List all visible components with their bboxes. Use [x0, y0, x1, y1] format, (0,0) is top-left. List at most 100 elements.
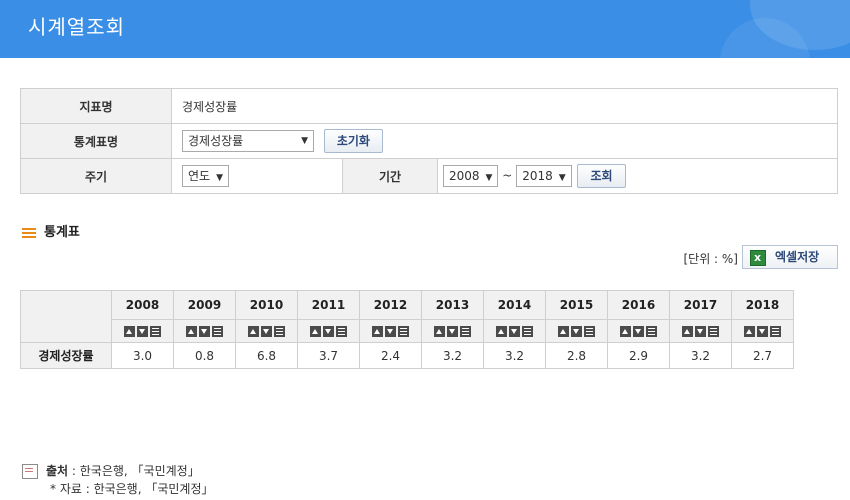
table-cell: 0.8	[173, 342, 236, 369]
sort-controls	[297, 319, 360, 343]
cycle-select-value: 연도	[188, 169, 211, 183]
sort-descending-icon[interactable]	[633, 326, 644, 337]
sort-ascending-icon[interactable]	[558, 326, 569, 337]
table-corner	[20, 290, 112, 343]
sort-controls	[359, 319, 422, 343]
sort-ascending-icon[interactable]	[248, 326, 259, 337]
year-header: 2013	[421, 290, 484, 320]
sort-ascending-icon[interactable]	[434, 326, 445, 337]
sort-descending-icon[interactable]	[757, 326, 768, 337]
list-icon[interactable]	[150, 326, 161, 337]
table-cell: 2.4	[359, 342, 422, 369]
table-cell: 3.2	[483, 342, 546, 369]
list-icon[interactable]	[398, 326, 409, 337]
source-sub-note: * 자료 : 한국은행, 「국민계정」	[50, 482, 214, 496]
stat-table-select[interactable]: 경제성장률 ▼	[182, 130, 314, 152]
table-cell: 6.8	[235, 342, 298, 369]
year-header: 2016	[607, 290, 670, 320]
sort-controls-row	[21, 319, 794, 343]
chevron-down-icon: ▼	[558, 173, 566, 183]
sort-controls	[731, 319, 794, 343]
sort-descending-icon[interactable]	[509, 326, 520, 337]
list-icon[interactable]	[274, 326, 285, 337]
period-cell: 2008 ▼ ~ 2018 ▼ 조회	[437, 158, 838, 194]
list-icon	[22, 227, 36, 238]
section-title: 통계표	[44, 225, 80, 240]
chevron-down-icon: ▼	[216, 173, 224, 183]
sort-controls	[669, 319, 732, 343]
sort-descending-icon[interactable]	[261, 326, 272, 337]
list-icon[interactable]	[522, 326, 533, 337]
sort-controls	[421, 319, 484, 343]
row-label: 경제성장률	[20, 342, 112, 369]
excel-save-label: 엑셀저장	[775, 250, 820, 264]
table-cell: 2.9	[607, 342, 670, 369]
year-header: 2008	[111, 290, 174, 320]
year-header: 2014	[483, 290, 546, 320]
year-header: 2012	[359, 290, 422, 320]
statistics-table: 2008 2009 2010 2011 2012 2013 2014 2015 2016 2017…	[20, 290, 794, 369]
chevron-down-icon: ▼	[485, 173, 493, 183]
cycle-cell: 연도 ▼	[171, 158, 343, 194]
source-line: 출처 : 한국은행, 「국민계정」	[22, 462, 214, 480]
period-label: 기간	[342, 158, 438, 194]
sort-ascending-icon[interactable]	[124, 326, 135, 337]
search-form: 지표명 경제성장률 통계표명 경제성장률 ▼ 초기화 주기 연도 ▼ 기간 2008…	[20, 88, 838, 194]
sort-descending-icon[interactable]	[695, 326, 706, 337]
sort-ascending-icon[interactable]	[496, 326, 507, 337]
year-header: 2018	[731, 290, 794, 320]
sort-controls	[483, 319, 546, 343]
excel-save-button[interactable]: 엑셀저장	[742, 245, 838, 269]
indicator-value: 경제성장률	[171, 88, 838, 124]
sort-descending-icon[interactable]	[323, 326, 334, 337]
period-from-value: 2008	[449, 169, 480, 183]
sort-ascending-icon[interactable]	[682, 326, 693, 337]
period-to-select[interactable]: 2018 ▼	[516, 165, 572, 187]
search-button[interactable]: 조회	[577, 164, 626, 188]
reset-button[interactable]: 초기화	[323, 129, 383, 153]
table-row: 경제성장률 3.0 0.8 6.8 3.7 2.4 3.2 3.2 2.8 2.9 3.2 2.7	[20, 342, 794, 369]
sort-controls	[173, 319, 236, 343]
table-cell: 2.7	[731, 342, 794, 369]
page-header: 시계열조회	[0, 0, 850, 58]
sort-descending-icon[interactable]	[137, 326, 148, 337]
sort-descending-icon[interactable]	[447, 326, 458, 337]
sort-descending-icon[interactable]	[385, 326, 396, 337]
sort-ascending-icon[interactable]	[620, 326, 631, 337]
sort-ascending-icon[interactable]	[186, 326, 197, 337]
stat-table-cell: 경제성장률 ▼ 초기화	[171, 123, 838, 159]
list-icon[interactable]	[646, 326, 657, 337]
sort-ascending-icon[interactable]	[744, 326, 755, 337]
table-cell: 3.2	[669, 342, 732, 369]
year-header: 2015	[545, 290, 608, 320]
sort-descending-icon[interactable]	[199, 326, 210, 337]
table-cell: 3.0	[111, 342, 174, 369]
section-heading: 통계표	[22, 221, 80, 240]
source-note: 출처 : 한국은행, 「국민계정」 * 자료 : 한국은행, 「국민계정」	[22, 462, 214, 498]
list-icon[interactable]	[212, 326, 223, 337]
cycle-select[interactable]: 연도 ▼	[182, 165, 230, 187]
period-to-value: 2018	[522, 169, 553, 183]
indicator-label: 지표명	[20, 88, 172, 124]
list-icon[interactable]	[708, 326, 719, 337]
sort-ascending-icon[interactable]	[310, 326, 321, 337]
table-cell: 3.7	[297, 342, 360, 369]
sort-controls	[111, 319, 174, 343]
period-from-select[interactable]: 2008 ▼	[443, 165, 499, 187]
list-icon[interactable]	[770, 326, 781, 337]
sort-descending-icon[interactable]	[571, 326, 582, 337]
list-icon[interactable]	[584, 326, 595, 337]
period-separator: ~	[502, 168, 513, 183]
table-cell: 3.2	[421, 342, 484, 369]
excel-icon	[750, 247, 766, 269]
year-header-row: 2008 2009 2010 2011 2012 2013 2014 2015 2016 2017…	[20, 290, 794, 343]
table-cell: 2.8	[545, 342, 608, 369]
list-icon[interactable]	[336, 326, 347, 337]
year-header: 2009	[173, 290, 236, 320]
sort-ascending-icon[interactable]	[372, 326, 383, 337]
stat-table-select-value: 경제성장률	[188, 134, 244, 148]
stat-table-label: 통계표명	[20, 123, 172, 159]
list-icon[interactable]	[460, 326, 471, 337]
year-header: 2010	[235, 290, 298, 320]
cycle-label: 주기	[20, 158, 172, 194]
